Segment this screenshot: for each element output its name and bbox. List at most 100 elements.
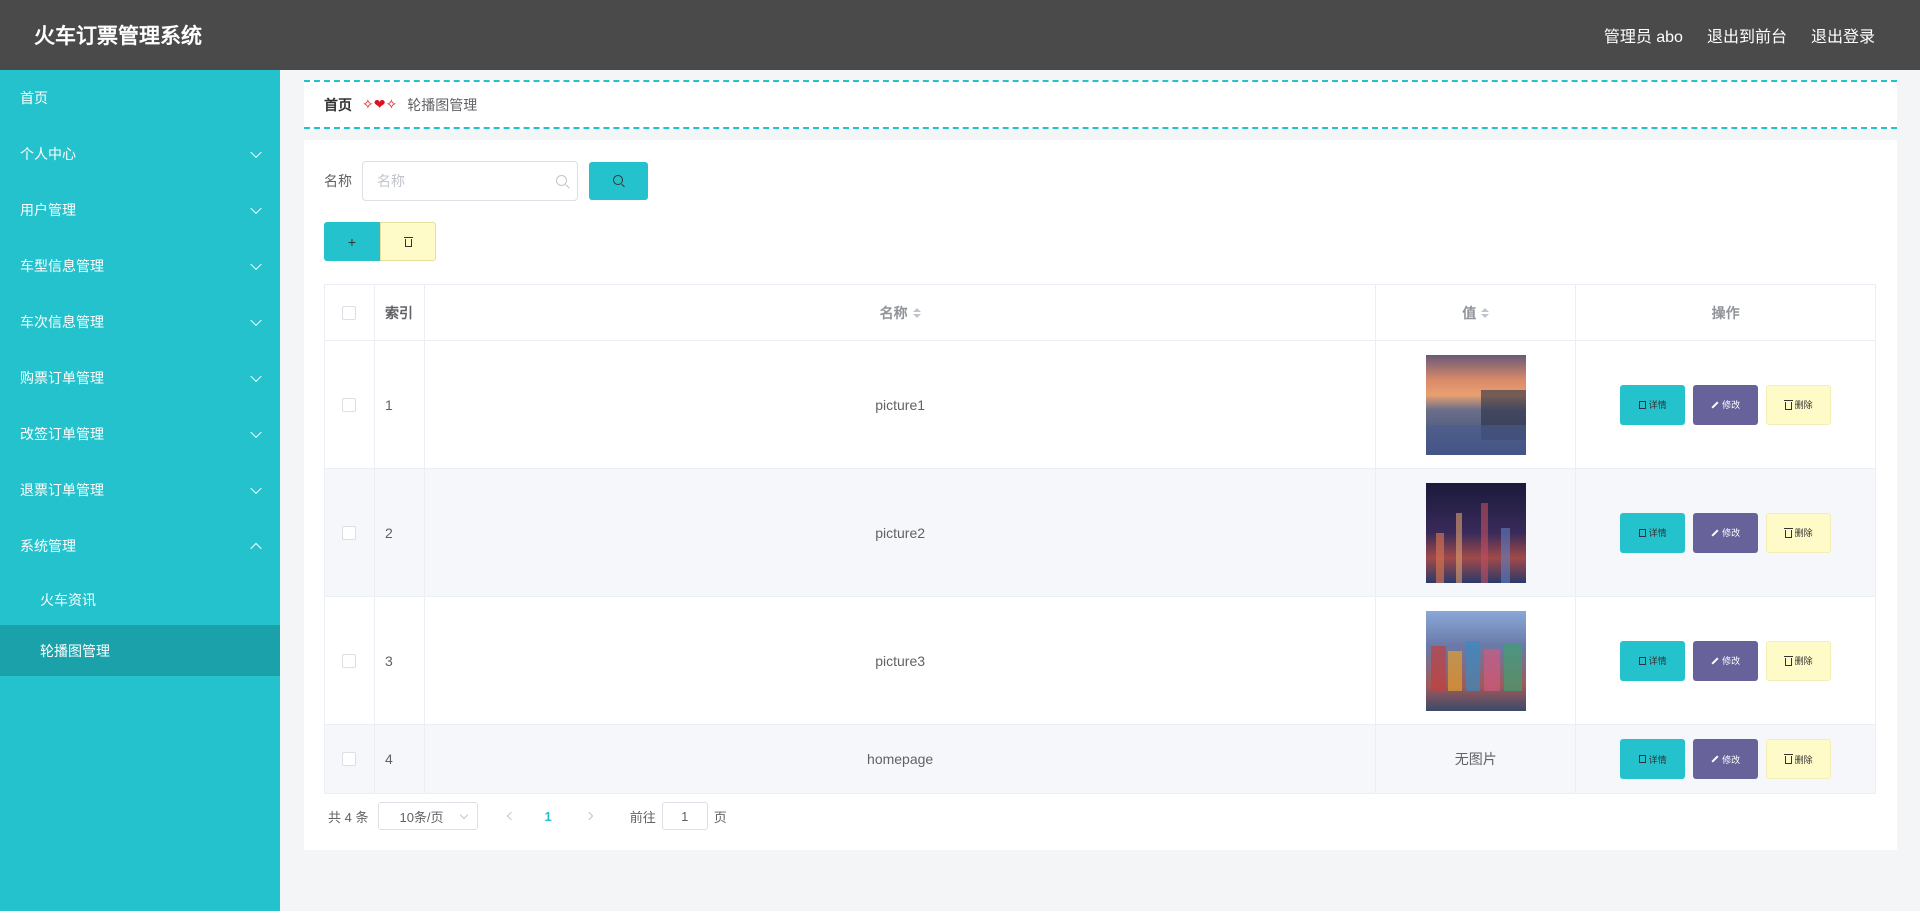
breadcrumb-home[interactable]: 首页 — [324, 95, 352, 115]
delete-button[interactable]: 删除 — [1766, 512, 1832, 553]
row-checkbox[interactable] — [342, 653, 357, 668]
row-name: picture3 — [425, 597, 1377, 724]
edit-button-label: 修改 — [1722, 400, 1741, 410]
next-page-icon[interactable] — [584, 811, 593, 821]
chevron-down-icon — [250, 258, 262, 271]
sort-icon[interactable] — [912, 307, 921, 318]
sidebar-item-system-management[interactable]: 系统管理 — [0, 518, 280, 574]
detail-button[interactable]: 详情 — [1620, 739, 1686, 779]
row-checkbox[interactable] — [342, 525, 357, 540]
chevron-down-icon — [250, 370, 262, 383]
edit-button-label: 修改 — [1722, 528, 1741, 538]
trash-icon — [1783, 399, 1793, 410]
sidebar-item-label: 用户管理 — [20, 202, 76, 218]
delete-button[interactable]: 删除 — [1766, 384, 1832, 425]
carousel-thumbnail-colorful-harbor[interactable] — [1425, 610, 1526, 711]
delete-button[interactable]: 删除 — [1766, 640, 1832, 681]
delete-button-label: 删除 — [1794, 656, 1813, 666]
chevron-down-icon — [460, 810, 469, 820]
goto-label: 前往 — [629, 809, 656, 825]
edit-icon — [1711, 656, 1719, 665]
detail-button-label: 详情 — [1648, 656, 1667, 666]
row-name: picture1 — [425, 341, 1377, 468]
edit-button-label: 修改 — [1722, 656, 1741, 666]
chevron-down-icon — [250, 482, 262, 495]
sidebar-subitem-label: 轮播图管理 — [40, 642, 110, 659]
trash-icon — [1783, 754, 1793, 764]
page-size-value: 10条/页 — [399, 809, 444, 825]
pagination: 共 4 条 10条/页 1 前往 页 — [328, 802, 727, 830]
page-number-current[interactable]: 1 — [544, 809, 551, 824]
sidebar-item-label: 个人中心 — [20, 146, 76, 162]
current-user: 管理员 abo — [1603, 29, 1683, 46]
column-header-name[interactable]: 名称 — [425, 285, 1377, 340]
detail-button[interactable]: 详情 — [1620, 512, 1686, 553]
sidebar-item-refund-orders[interactable]: 退票订单管理 — [0, 462, 280, 518]
row-checkbox[interactable] — [342, 752, 357, 766]
edit-button[interactable]: 修改 — [1693, 640, 1759, 681]
sidebar-subitem-train-news[interactable]: 火车资讯 — [0, 574, 280, 625]
page-size-select[interactable]: 10条/页 — [378, 802, 479, 830]
row-value: 无图片 — [1376, 725, 1577, 793]
detail-button[interactable]: 详情 — [1620, 384, 1686, 425]
goto-page-input[interactable] — [661, 802, 708, 830]
sidebar-item-label: 首页 — [20, 90, 48, 106]
detail-button[interactable]: 详情 — [1620, 640, 1686, 681]
sidebar-item-ticket-orders[interactable]: 购票订单管理 — [0, 350, 280, 406]
column-header-value[interactable]: 值 — [1376, 285, 1577, 340]
table-header-row: 索引 名称 值 操作 — [325, 285, 1876, 341]
search-label: 名称 — [324, 173, 352, 189]
carousel-thumbnail-sunset-coast[interactable] — [1425, 354, 1526, 455]
batch-delete-button[interactable] — [380, 222, 436, 261]
row-index: 3 — [375, 597, 425, 724]
edit-button[interactable]: 修改 — [1693, 512, 1759, 553]
sidebar-item-personal-center[interactable]: 个人中心 — [0, 126, 280, 182]
main-panel: 名称 + 索引 名称 值 操作 1 picture1 — [304, 140, 1897, 850]
row-checkbox[interactable] — [342, 397, 357, 412]
edit-button[interactable]: 修改 — [1693, 384, 1759, 425]
delete-button[interactable]: 删除 — [1766, 739, 1832, 779]
row-name: picture2 — [425, 469, 1377, 596]
sidebar-subitem-label: 火车资讯 — [40, 591, 96, 608]
search-button[interactable] — [589, 162, 648, 200]
breadcrumb-current: 轮播图管理 — [407, 96, 478, 113]
sidebar-item-label: 改签订单管理 — [20, 426, 104, 442]
sidebar-item-home[interactable]: 首页 — [0, 70, 280, 126]
sidebar-item-train-type[interactable]: 车型信息管理 — [0, 238, 280, 294]
detail-button-label: 详情 — [1648, 528, 1667, 538]
sidebar-item-label: 车型信息管理 — [20, 258, 104, 274]
logout-link[interactable]: 退出登录 — [1811, 23, 1875, 47]
trash-icon — [1783, 655, 1793, 666]
add-button[interactable]: + — [324, 222, 380, 261]
sidebar-item-change-orders[interactable]: 改签订单管理 — [0, 406, 280, 462]
sort-icon[interactable] — [1481, 307, 1490, 318]
trash-icon — [403, 236, 413, 247]
top-header: 火车订票管理系统 管理员 abo 退出到前台 退出登录 — [0, 0, 1920, 70]
document-icon — [1638, 656, 1646, 665]
select-all-checkbox[interactable] — [342, 305, 357, 320]
sidebar-item-label: 购票订单管理 — [20, 370, 104, 386]
edit-button[interactable]: 修改 — [1693, 739, 1759, 779]
column-header-value-label: 值 — [1462, 304, 1477, 321]
sidebar-item-train-schedule[interactable]: 车次信息管理 — [0, 294, 280, 350]
carousel-thumbnail-night-city[interactable] — [1425, 482, 1526, 583]
sidebar-subitem-carousel-management[interactable]: 轮播图管理 — [0, 625, 280, 676]
search-icon — [613, 175, 623, 185]
exit-to-frontend-link[interactable]: 退出到前台 — [1707, 23, 1787, 47]
page-suffix: 页 — [713, 809, 727, 825]
table-row: 3 picture3 详情 修改 删除 — [325, 597, 1876, 725]
delete-button-label: 删除 — [1794, 528, 1813, 538]
delete-button-label: 删除 — [1794, 754, 1813, 765]
prev-page-icon[interactable] — [507, 811, 516, 821]
table-row: 1 picture1 详情 修改 删除 — [325, 341, 1876, 469]
trash-icon — [1783, 527, 1793, 538]
chevron-down-icon — [250, 314, 262, 327]
sidebar-item-label: 系统管理 — [20, 538, 76, 554]
row-name: homepage — [425, 725, 1377, 793]
sidebar: 首页 个人中心 用户管理 车型信息管理 车次信息管理 购票订单管理 改签订单管理… — [0, 70, 280, 911]
sidebar-item-user-management[interactable]: 用户管理 — [0, 182, 280, 238]
edit-button-label: 修改 — [1722, 754, 1741, 765]
detail-button-label: 详情 — [1648, 754, 1667, 765]
search-input[interactable] — [377, 173, 537, 189]
pagination-total: 共 4 条 — [328, 809, 369, 825]
